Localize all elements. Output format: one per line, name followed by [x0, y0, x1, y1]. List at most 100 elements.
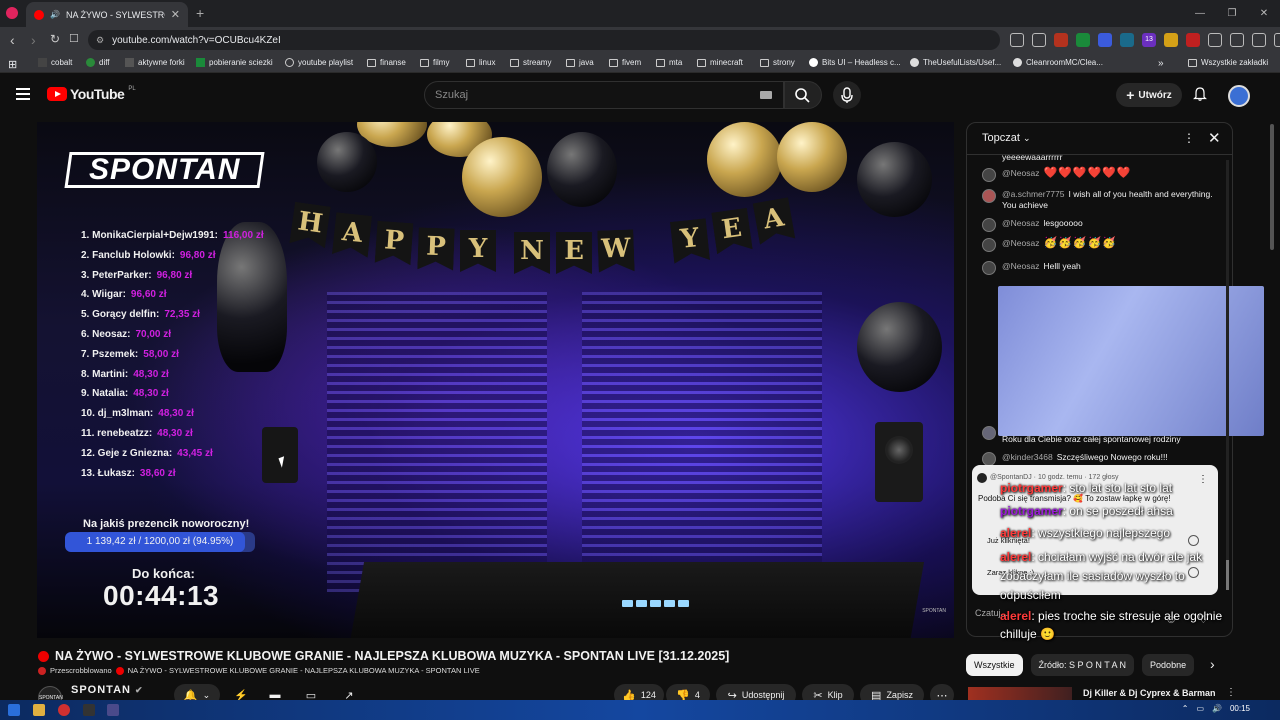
share-icon[interactable] [1032, 33, 1046, 47]
donor-name: 12. Geje z Gniezna: [81, 447, 173, 459]
search-button[interactable] [784, 81, 822, 109]
minimize-icon[interactable]: — [1184, 0, 1216, 27]
bookmark-icon[interactable]: ☐ [69, 32, 79, 45]
emoji-icon[interactable]: ☺ [1165, 612, 1177, 626]
bookmark-folder[interactable]: finanse [367, 58, 406, 67]
bookmark-item[interactable]: TheUsefulLists/Usef... [910, 58, 1001, 67]
bookmark-folder[interactable]: java [566, 58, 594, 67]
chip-all[interactable]: Wszystkie [966, 654, 1023, 676]
related-video[interactable]: Dj Killer & Dj Cyprex & Barman ⋮ [968, 687, 1236, 700]
more-options-icon[interactable]: ⋮ [1226, 687, 1236, 698]
bookmark-folder[interactable]: mta [656, 58, 682, 67]
audio-icon[interactable]: 🔊 [50, 10, 60, 19]
related-thumbnail[interactable] [968, 687, 1072, 700]
chat-close-icon[interactable]: ✕ [1208, 129, 1221, 147]
new-tab-icon[interactable]: + [196, 5, 204, 21]
video-player[interactable]: H A P P Y N E W Y E A SPONTAN 1. MonikaC… [37, 122, 954, 638]
chat-input[interactable]: Czatuj... [975, 608, 1008, 618]
extension-icon[interactable] [1164, 33, 1178, 47]
chat-scrollbar-thumb[interactable] [1226, 560, 1229, 590]
create-button[interactable]: + Utwórz [1116, 83, 1182, 107]
menu-icon[interactable] [1274, 33, 1280, 47]
avatar [977, 473, 987, 483]
app-icon[interactable] [107, 704, 119, 716]
bookmark-folder[interactable]: streamy [510, 58, 551, 67]
countdown-timer: 00:44:13 [103, 580, 220, 611]
account-avatar[interactable] [1228, 85, 1250, 107]
extension-icon[interactable] [1098, 33, 1112, 47]
extension-badge[interactable]: 13 [1142, 33, 1156, 47]
page-scrollbar[interactable] [1270, 124, 1274, 250]
avatar [982, 189, 996, 203]
folder-icon [367, 58, 376, 67]
volume-icon[interactable]: 🔊 [1212, 704, 1222, 713]
chat-more-options-icon[interactable]: ⋮ [1183, 131, 1195, 145]
start-icon[interactable] [8, 704, 20, 716]
file-explorer-icon[interactable] [33, 704, 45, 716]
bookmark-item[interactable]: cobalt [38, 58, 72, 67]
chip-similar[interactable]: Podobne [1142, 654, 1195, 676]
bookmark-item[interactable]: CleanroomMC/Clea... [1013, 58, 1103, 67]
forward-icon[interactable]: › [31, 32, 36, 48]
clock[interactable]: 00:15 [1230, 704, 1250, 713]
extension-icon[interactable] [1054, 33, 1068, 47]
bookmark-folder[interactable]: fivem [609, 58, 641, 67]
bookmark-item[interactable]: Bits UI – Headless c... [809, 58, 901, 67]
black-balloon [317, 132, 377, 192]
network-icon[interactable]: ▭ [1196, 704, 1204, 713]
browser-icon[interactable] [58, 704, 70, 716]
folder-icon [656, 58, 665, 67]
chevron-up-icon[interactable]: ⌃ [1182, 704, 1189, 713]
window-controls: — ❐ ✕ [1184, 0, 1280, 27]
poll-more-icon[interactable]: ⋮ [1198, 474, 1208, 485]
site-info-icon[interactable]: ⚙ [96, 35, 104, 46]
close-tab-icon[interactable]: ✕ [171, 8, 180, 21]
bookmark-folder[interactable]: linux [466, 58, 495, 67]
youtube-logo[interactable]: YouTube PL [47, 86, 136, 102]
sidebar-icon[interactable] [1230, 33, 1244, 47]
bookmark-item[interactable]: youtube playlist [285, 58, 353, 67]
donor-amount: 116,00 zł [223, 230, 264, 241]
search-input[interactable]: Szukaj [424, 81, 784, 109]
extension-check-icon[interactable] [1076, 33, 1090, 47]
menu-hamburger-icon[interactable] [16, 88, 30, 100]
back-icon[interactable]: ‹ [10, 32, 15, 48]
chat-scrollbar[interactable] [1226, 160, 1229, 590]
bookmark-item[interactable]: pobieranie sciezki [196, 58, 273, 67]
keyboard-icon[interactable] [760, 91, 772, 99]
url-input[interactable]: ⚙ youtube.com/watch?v=OCUBcu4KZeI [88, 30, 1000, 50]
chevron-right-icon[interactable]: › [1210, 656, 1215, 672]
heart-reaction-icon[interactable]: ♡ [1198, 612, 1209, 626]
maximize-icon[interactable]: ❐ [1216, 0, 1248, 27]
poll-meta: @SpontanDJ · 10 godz. temu · 172 głosy [990, 474, 1119, 481]
notifications-bell-icon[interactable] [1192, 86, 1208, 105]
chip-source[interactable]: Źródło: S P O N T A N [1030, 654, 1135, 676]
voice-search-button[interactable] [833, 81, 861, 109]
terminal-icon[interactable] [83, 704, 95, 716]
browser-logo-icon[interactable] [6, 7, 18, 19]
cast-icon[interactable] [1010, 33, 1024, 47]
donor-amount: 70,00 zł [135, 328, 172, 340]
reload-icon[interactable]: ↻ [50, 32, 60, 46]
browser-tab[interactable]: 🔊 NA ŻYWO - SYLWESTROW ✕ [26, 2, 188, 27]
related-title[interactable]: Dj Killer & Dj Cyprex & Barman [1083, 688, 1216, 698]
bookmark-item[interactable]: diff [86, 58, 110, 67]
all-bookmarks[interactable]: Wszystkie zakładki [1188, 58, 1268, 67]
poll-radio[interactable] [1188, 535, 1199, 546]
bookmark-item[interactable]: aktywne forki [125, 58, 185, 67]
chat-mode-dropdown[interactable]: Topczat ⌄ [982, 132, 1031, 144]
donor-row: 9. Natalia: 48,30 zł [81, 384, 264, 404]
extensions-puzzle-icon[interactable] [1208, 33, 1222, 47]
extension-icon[interactable] [1120, 33, 1134, 47]
bookmark-folder[interactable]: filmy [420, 58, 449, 67]
extension-icon[interactable] [1186, 33, 1200, 47]
apps-grid-icon[interactable]: ⊞ [8, 58, 17, 71]
bookmark-folder[interactable]: minecraft [697, 58, 743, 67]
close-window-icon[interactable]: ✕ [1248, 0, 1280, 27]
more-bookmarks-icon[interactable]: » [1158, 58, 1164, 69]
goal-progress-bar: 1 139,42 zł / 1200,00 zł (94.95%) [65, 532, 255, 552]
channel-name[interactable]: SPONTAN ✔ [71, 684, 144, 696]
gold-balloon [777, 122, 847, 192]
media-icon[interactable] [1252, 33, 1266, 47]
bookmark-folder[interactable]: strony [760, 58, 795, 67]
